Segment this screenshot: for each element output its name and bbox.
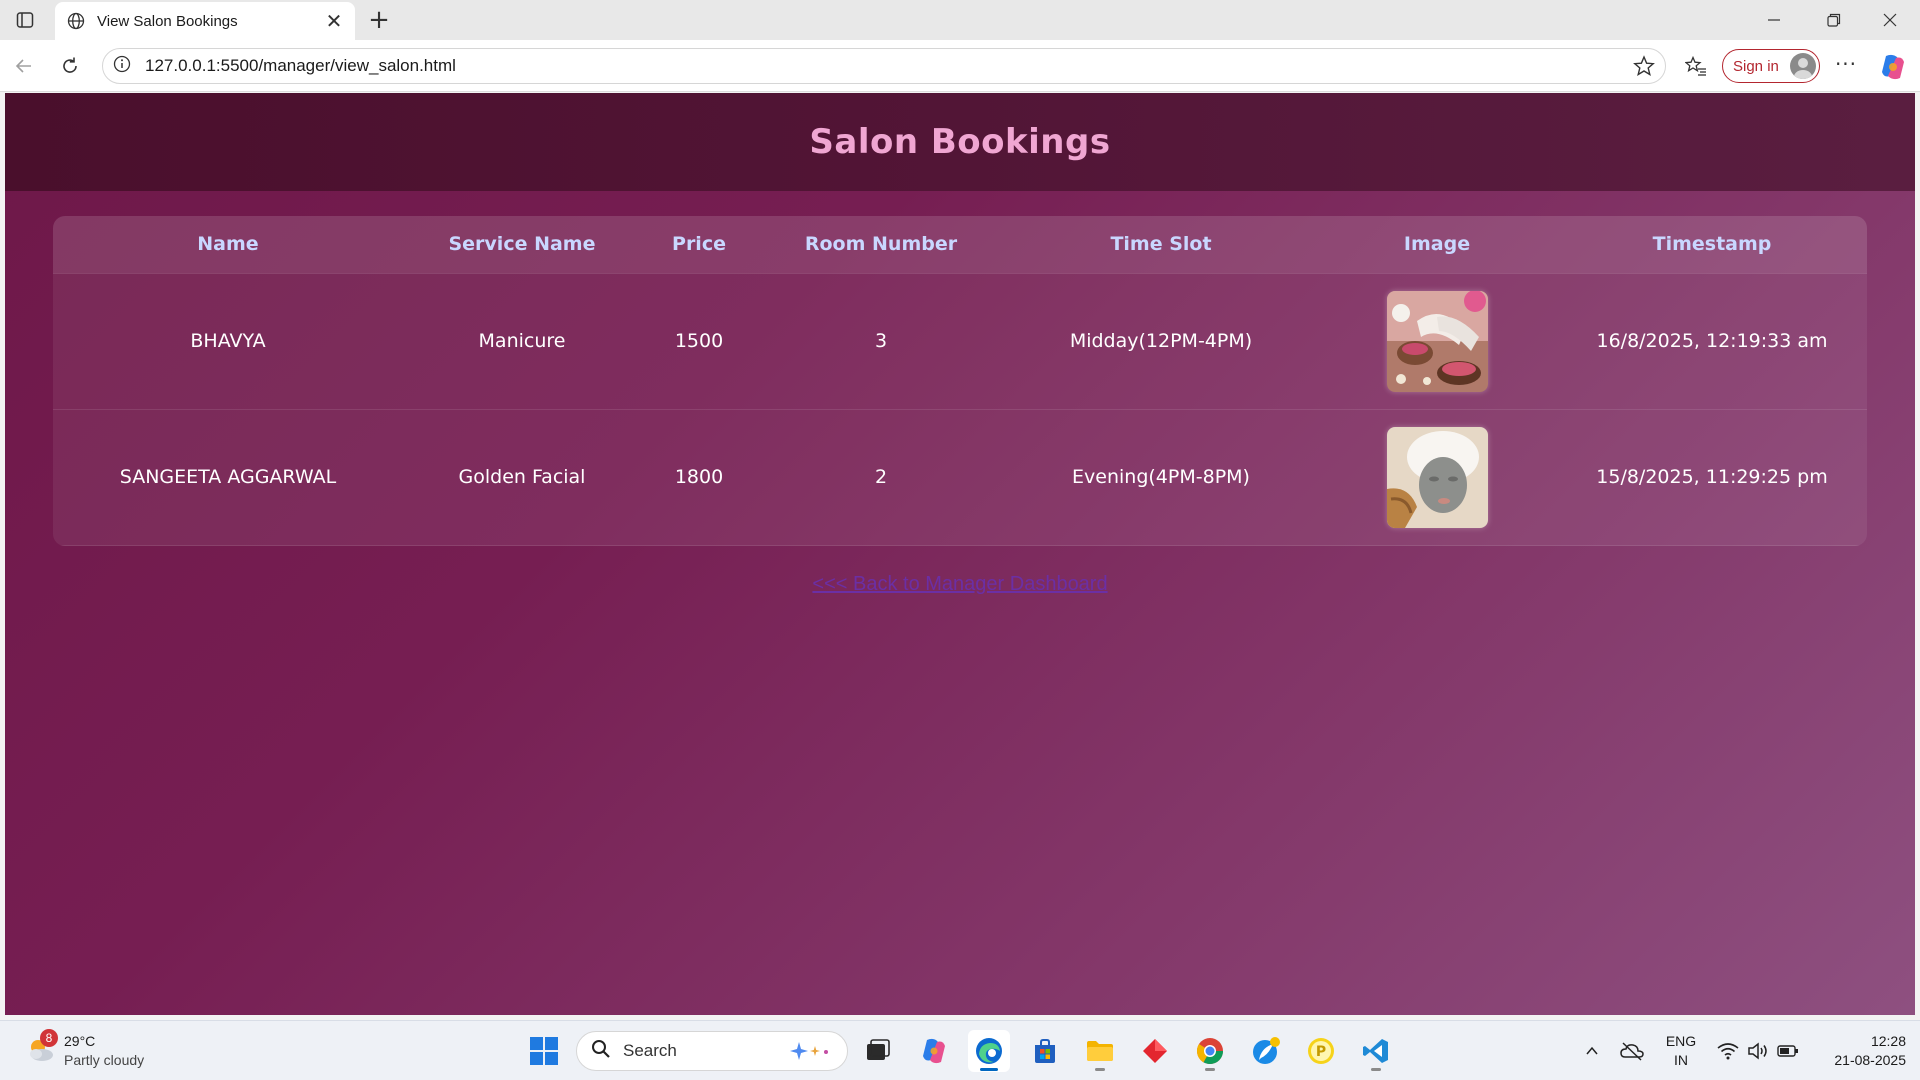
back-to-dashboard-link[interactable]: <<< Back to Manager Dashboard	[812, 573, 1107, 595]
clock[interactable]: 12:28 21-08-2025	[1806, 1021, 1906, 1080]
favorite-star-icon[interactable]	[1633, 55, 1655, 81]
column-header-timestamp: Timestamp	[1557, 216, 1867, 274]
favorites-icon[interactable]	[1680, 50, 1712, 82]
more-options-icon[interactable]: ···	[1830, 50, 1862, 82]
svg-text:P: P	[1316, 1044, 1326, 1060]
page-title: Salon Bookings	[809, 122, 1111, 162]
column-header-name: Name	[53, 216, 403, 274]
clock-date: 21-08-2025	[1834, 1052, 1906, 1068]
windows-start-icon[interactable]	[523, 1030, 565, 1072]
show-hidden-icons-chevron-icon[interactable]	[1576, 1021, 1608, 1080]
vscode-icon[interactable]	[1355, 1030, 1397, 1072]
volume-icon[interactable]	[1744, 1021, 1772, 1080]
copilot-icon[interactable]	[1876, 50, 1910, 84]
new-tab-icon[interactable]: +	[364, 5, 394, 35]
taskbar-search-box[interactable]: Search	[576, 1031, 848, 1071]
address-bar[interactable]: 127.0.0.1:5500/manager/view_salon.html	[102, 48, 1666, 84]
lang-line1: ENG	[1665, 1033, 1697, 1049]
cell-price: 1500	[674, 330, 724, 352]
site-info-icon[interactable]	[113, 55, 131, 77]
browser-tab-bar: View Salon Bookings ✕ +	[0, 0, 1920, 40]
restore-icon[interactable]	[1806, 0, 1862, 40]
running-indicator	[1095, 1068, 1105, 1071]
search-icon	[591, 1039, 611, 1063]
address-toolbar: 127.0.0.1:5500/manager/view_salon.html S…	[0, 40, 1920, 92]
bookings-table: Name Service Name Price Room Number Time…	[53, 216, 1867, 546]
page-header: Salon Bookings	[5, 93, 1915, 191]
feather-app-icon[interactable]	[1245, 1030, 1287, 1072]
search-label: Search	[623, 1041, 677, 1060]
cell-name: SANGEETA AGGARWAL	[119, 466, 337, 488]
onedrive-offline-icon[interactable]	[1616, 1021, 1648, 1080]
clock-time: 12:28	[1870, 1033, 1906, 1049]
sign-in-button[interactable]: Sign in	[1722, 49, 1820, 83]
weather-desc: Partly cloudy	[64, 1052, 145, 1068]
red-diamond-app-icon[interactable]	[1134, 1030, 1176, 1072]
cell-name: BHAVYA	[190, 330, 266, 352]
running-indicator	[1205, 1068, 1215, 1071]
tab-title: View Salon Bookings	[97, 12, 238, 30]
facial-photo-icon	[1386, 426, 1488, 528]
page-viewport: Salon Bookings Name Service Name Price R…	[5, 93, 1915, 1015]
wifi-icon[interactable]	[1714, 1021, 1742, 1080]
column-header-room: Room Number	[757, 216, 1005, 274]
weather-temp: 29°C	[64, 1033, 96, 1049]
microsoft-store-icon[interactable]	[1024, 1030, 1066, 1072]
globe-icon	[65, 10, 87, 32]
minimize-icon[interactable]	[1746, 0, 1802, 40]
weather-alert-badge: 8	[40, 1029, 58, 1047]
column-header-time-slot: Time Slot	[1005, 216, 1317, 274]
edge-browser-icon[interactable]	[968, 1030, 1010, 1072]
cell-room: 3	[874, 330, 888, 352]
cell-timestamp: 15/8/2025, 11:29:25 pm	[1596, 466, 1828, 488]
cell-timestamp: 16/8/2025, 12:19:33 am	[1596, 330, 1828, 352]
table-header-row: Name Service Name Price Room Number Time…	[53, 216, 1867, 274]
active-indicator	[980, 1068, 998, 1071]
table-row: BHAVYA Manicure 1500 3 Midday(12PM-4PM)	[53, 273, 1867, 409]
browser-tab-active[interactable]: View Salon Bookings ✕	[55, 2, 355, 40]
taskbar: 8 29°C Partly cloudy Search P ENG IN 12:…	[0, 1020, 1920, 1080]
weather-widget[interactable]: 8 29°C Partly cloudy	[20, 1029, 180, 1073]
column-header-image: Image	[1317, 216, 1557, 274]
bookings-table-container: Name Service Name Price Room Number Time…	[53, 216, 1867, 546]
cell-service: Golden Facial	[458, 466, 586, 488]
cell-service: Manicure	[478, 330, 566, 352]
cell-time-slot: Midday(12PM-4PM)	[1069, 330, 1253, 352]
back-link-container: <<< Back to Manager Dashboard	[5, 573, 1915, 596]
cell-price: 1800	[674, 466, 724, 488]
cell-time-slot: Evening(4PM-8PM)	[1072, 466, 1250, 488]
cell-image	[1317, 409, 1557, 545]
copilot-app-icon[interactable]	[913, 1030, 955, 1072]
url-text: 127.0.0.1:5500/manager/view_salon.html	[145, 56, 456, 75]
cell-image	[1317, 273, 1557, 409]
battery-icon[interactable]	[1774, 1021, 1802, 1080]
file-explorer-icon[interactable]	[1079, 1030, 1121, 1072]
lang-line2: IN	[1674, 1052, 1688, 1068]
sign-in-label: Sign in	[1733, 57, 1779, 75]
language-indicator[interactable]: ENG IN	[1658, 1021, 1704, 1080]
manicure-photo-icon	[1386, 290, 1488, 392]
close-window-icon[interactable]	[1862, 0, 1918, 40]
profile-avatar-icon	[1790, 53, 1816, 79]
running-indicator	[1371, 1068, 1381, 1071]
p-app-icon[interactable]: P	[1300, 1030, 1342, 1072]
cell-room: 2	[874, 466, 888, 488]
column-header-price: Price	[641, 216, 757, 274]
table-row: SANGEETA AGGARWAL Golden Facial 1800 2 E…	[53, 409, 1867, 545]
tab-actions-icon[interactable]	[10, 6, 40, 34]
tab-close-icon[interactable]: ✕	[323, 9, 345, 33]
back-arrow-icon[interactable]	[8, 50, 40, 82]
search-sparkle-icon	[787, 1040, 833, 1066]
column-header-service: Service Name	[403, 216, 641, 274]
task-view-icon[interactable]	[857, 1030, 899, 1072]
refresh-icon[interactable]	[54, 50, 86, 82]
chrome-icon[interactable]	[1189, 1030, 1231, 1072]
